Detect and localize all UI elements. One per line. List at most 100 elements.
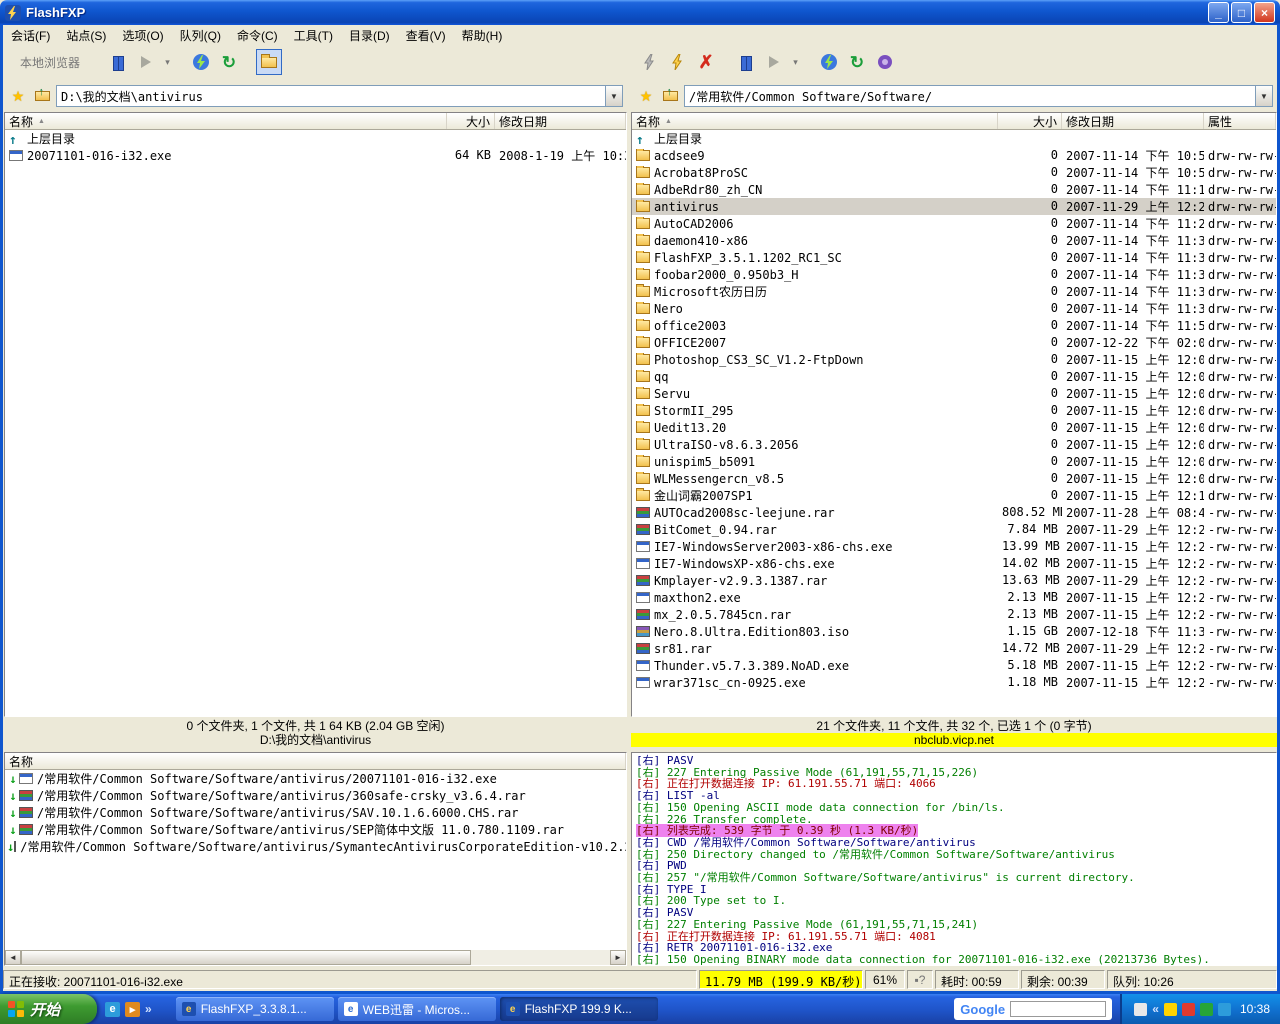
file-row[interactable]: qq 0 2007-11-15 上午 12:03 drw-rw-rw- bbox=[632, 368, 1276, 385]
browser-quicklaunch-icon[interactable]: e bbox=[105, 1002, 120, 1017]
file-row[interactable]: UltraISO-v8.6.3.2056 0 2007-11-15 上午 12:… bbox=[632, 436, 1276, 453]
file-row[interactable]: 20071101-016-i32.exe 64 KB 2008-1-19 上午 … bbox=[5, 147, 626, 164]
file-row[interactable]: FlashFXP_3.5.1.1202_RC1_SC 0 2007-11-14 … bbox=[632, 249, 1276, 266]
file-row[interactable]: Acrobat8ProSC 0 2007-11-14 下午 10:55 drw-… bbox=[632, 164, 1276, 181]
column-header-size[interactable]: 大小 bbox=[447, 113, 495, 129]
taskbar-task-button[interactable]: e FlashFXP_3.3.8.1... bbox=[176, 997, 334, 1021]
up-directory-button[interactable] bbox=[660, 86, 680, 106]
media-quicklaunch-icon[interactable]: ▸ bbox=[125, 1002, 140, 1017]
file-row[interactable]: Nero 0 2007-11-14 下午 11:33 drw-rw-rw- bbox=[632, 300, 1276, 317]
file-row[interactable]: mx_2.0.5.7845cn.rar 2.13 MB 2007-11-15 上… bbox=[632, 606, 1276, 623]
remote-go-button[interactable] bbox=[816, 49, 842, 75]
scroll-right-button[interactable]: ► bbox=[610, 950, 626, 965]
quick-connect-button[interactable] bbox=[665, 49, 691, 75]
file-row[interactable]: Microsoft农历日历 0 2007-11-14 下午 11:32 drw-… bbox=[632, 283, 1276, 300]
column-header-name[interactable]: 名称▲ bbox=[5, 113, 447, 129]
remote-refresh-button[interactable]: ↻ bbox=[844, 49, 870, 75]
file-row[interactable]: antivirus 0 2007-11-29 上午 12:25 drw-rw-r… bbox=[632, 198, 1276, 215]
queue-hscrollbar[interactable]: ◄ ► bbox=[5, 950, 626, 965]
connect-button[interactable] bbox=[637, 49, 663, 75]
file-row[interactable]: Photoshop_CS3_SC_V1.2-FtpDown 0 2007-11-… bbox=[632, 351, 1276, 368]
close-button[interactable]: × bbox=[1254, 2, 1275, 23]
taskbar-task-button[interactable]: e FlashFXP 199.9 K... bbox=[500, 997, 658, 1021]
file-row[interactable]: 上层目录 bbox=[632, 130, 1276, 147]
menu-item[interactable]: 查看(V) bbox=[398, 25, 454, 46]
taskbar-task-button[interactable]: e WEB迅雷 - Micros... bbox=[338, 997, 496, 1021]
file-row[interactable]: maxthon2.exe 2.13 MB 2007-11-15 上午 12:20… bbox=[632, 589, 1276, 606]
queue-item[interactable]: /常用软件/Common Software/Software/antivirus… bbox=[5, 787, 626, 804]
up-directory-button[interactable] bbox=[32, 86, 52, 106]
remote-pause-button[interactable] bbox=[733, 49, 759, 75]
file-row[interactable]: OFFICE2007 0 2007-12-22 下午 02:04 drw-rw-… bbox=[632, 334, 1276, 351]
transfer-button[interactable] bbox=[133, 49, 159, 75]
quicklaunch-overflow-chevron[interactable]: » bbox=[145, 1002, 152, 1016]
google-search-input[interactable] bbox=[1010, 1001, 1106, 1017]
ime-tray-icon[interactable] bbox=[1134, 1003, 1147, 1016]
file-row[interactable]: AdbeRdr80_zh_CN 0 2007-11-14 下午 11:12 dr… bbox=[632, 181, 1276, 198]
local-path-combobox[interactable]: D:\我的文档\antivirus ▼ bbox=[56, 85, 623, 107]
file-row[interactable]: BitComet_0.94.rar 7.84 MB 2007-11-29 上午 … bbox=[632, 521, 1276, 538]
remote-path-combobox[interactable]: /常用软件/Common Software/Software/ ▼ bbox=[684, 85, 1273, 107]
file-row[interactable]: acdsee9 0 2007-11-14 下午 10:55 drw-rw-rw- bbox=[632, 147, 1276, 164]
queue-item[interactable]: /常用软件/Common Software/Software/antivirus… bbox=[5, 770, 626, 787]
file-row[interactable]: Servu 0 2007-11-15 上午 12:03 drw-rw-rw- bbox=[632, 385, 1276, 402]
start-button[interactable]: 开始 bbox=[0, 994, 97, 1024]
file-row[interactable]: Kmplayer-v2.9.3.1387.rar 13.63 MB 2007-1… bbox=[632, 572, 1276, 589]
file-row[interactable]: 上层目录 bbox=[5, 130, 626, 147]
remote-transfer-dropdown[interactable]: ▾ bbox=[789, 49, 802, 75]
favorites-icon[interactable] bbox=[8, 86, 28, 106]
minimize-button[interactable]: _ bbox=[1208, 2, 1229, 23]
column-header-name[interactable]: 名称▲ bbox=[632, 113, 998, 129]
menu-item[interactable]: 命令(C) bbox=[229, 25, 286, 46]
file-row[interactable]: AutoCAD2006 0 2007-11-14 下午 11:28 drw-rw… bbox=[632, 215, 1276, 232]
remote-transfer-button[interactable] bbox=[761, 49, 787, 75]
file-row[interactable]: Uedit13.20 0 2007-11-15 上午 12:07 drw-rw-… bbox=[632, 419, 1276, 436]
scrollbar-thumb[interactable] bbox=[21, 950, 471, 965]
queue-item[interactable]: /常用软件/Common Software/Software/antivirus… bbox=[5, 821, 626, 838]
menu-item[interactable]: 会话(F) bbox=[3, 25, 58, 46]
queue-column-header-name[interactable]: 名称 bbox=[5, 753, 626, 769]
scroll-left-button[interactable]: ◄ bbox=[5, 950, 21, 965]
file-row[interactable]: foobar2000_0.950b3_H 0 2007-11-14 下午 11:… bbox=[632, 266, 1276, 283]
favorites-icon[interactable] bbox=[636, 86, 656, 106]
file-row[interactable]: AUTOcad2008sc-leejune.rar 808.52 MB 2007… bbox=[632, 504, 1276, 521]
dropdown-arrow-icon[interactable]: ▼ bbox=[605, 86, 622, 106]
file-row[interactable]: sr81.rar 14.72 MB 2007-11-29 上午 12:28 -r… bbox=[632, 640, 1276, 657]
file-row[interactable]: office2003 0 2007-11-14 下午 11:56 drw-rw-… bbox=[632, 317, 1276, 334]
tray-chevron-icon[interactable]: « bbox=[1152, 1002, 1159, 1016]
menu-item[interactable]: 帮助(H) bbox=[454, 25, 511, 46]
column-header-date[interactable]: 修改日期 bbox=[1062, 113, 1204, 129]
column-header-date[interactable]: 修改日期 bbox=[495, 113, 626, 129]
menu-item[interactable]: 队列(Q) bbox=[172, 25, 229, 46]
file-row[interactable]: Nero.8.Ultra.Edition803.iso 1.15 GB 2007… bbox=[632, 623, 1276, 640]
menu-item[interactable]: 站点(S) bbox=[58, 25, 114, 46]
scrollbar-track[interactable] bbox=[21, 950, 610, 965]
file-row[interactable]: StormII_295 0 2007-11-15 上午 12:06 drw-rw… bbox=[632, 402, 1276, 419]
volume-tray-icon[interactable] bbox=[1218, 1003, 1231, 1016]
queue-item[interactable]: /常用软件/Common Software/Software/antivirus… bbox=[5, 838, 626, 855]
refresh-button[interactable]: ↻ bbox=[216, 49, 242, 75]
file-row[interactable]: unispim5_b5091 0 2007-11-15 上午 12:07 drw… bbox=[632, 453, 1276, 470]
menu-item[interactable]: 选项(O) bbox=[114, 25, 171, 46]
file-row[interactable]: Thunder.v5.7.3.389.NoAD.exe 5.18 MB 2007… bbox=[632, 657, 1276, 674]
file-row[interactable]: wrar371sc_cn-0925.exe 1.18 MB 2007-11-15… bbox=[632, 674, 1276, 691]
menu-item[interactable]: 目录(D) bbox=[341, 25, 398, 46]
column-header-size[interactable]: 大小 bbox=[998, 113, 1062, 129]
site-options-button[interactable] bbox=[872, 49, 898, 75]
antivirus-tray-icon[interactable] bbox=[1200, 1003, 1213, 1016]
pause-button[interactable] bbox=[105, 49, 131, 75]
thunder-tray-icon[interactable] bbox=[1182, 1003, 1195, 1016]
file-row[interactable]: 金山词霸2007SP1 0 2007-11-15 上午 12:19 drw-rw… bbox=[632, 487, 1276, 504]
queue-item[interactable]: /常用软件/Common Software/Software/antivirus… bbox=[5, 804, 626, 821]
file-row[interactable]: daemon410-x86 0 2007-11-14 下午 11:31 drw-… bbox=[632, 232, 1276, 249]
transfer-options-dropdown[interactable]: ▾ bbox=[161, 49, 174, 75]
menu-item[interactable]: 工具(T) bbox=[286, 25, 341, 46]
file-row[interactable]: WLMessengercn_v8.5 0 2007-11-15 上午 12:08… bbox=[632, 470, 1276, 487]
column-header-attr[interactable]: 属性 bbox=[1204, 113, 1276, 129]
messenger-tray-icon[interactable] bbox=[1164, 1003, 1177, 1016]
maximize-button[interactable]: □ bbox=[1231, 2, 1252, 23]
file-row[interactable]: IE7-WindowsXP-x86-chs.exe 14.02 MB 2007-… bbox=[632, 555, 1276, 572]
local-browser-button[interactable]: 本地浏览器 bbox=[9, 49, 91, 75]
file-row[interactable]: IE7-WindowsServer2003-x86-chs.exe 13.99 … bbox=[632, 538, 1276, 555]
disconnect-button[interactable]: ✗ bbox=[693, 49, 719, 75]
